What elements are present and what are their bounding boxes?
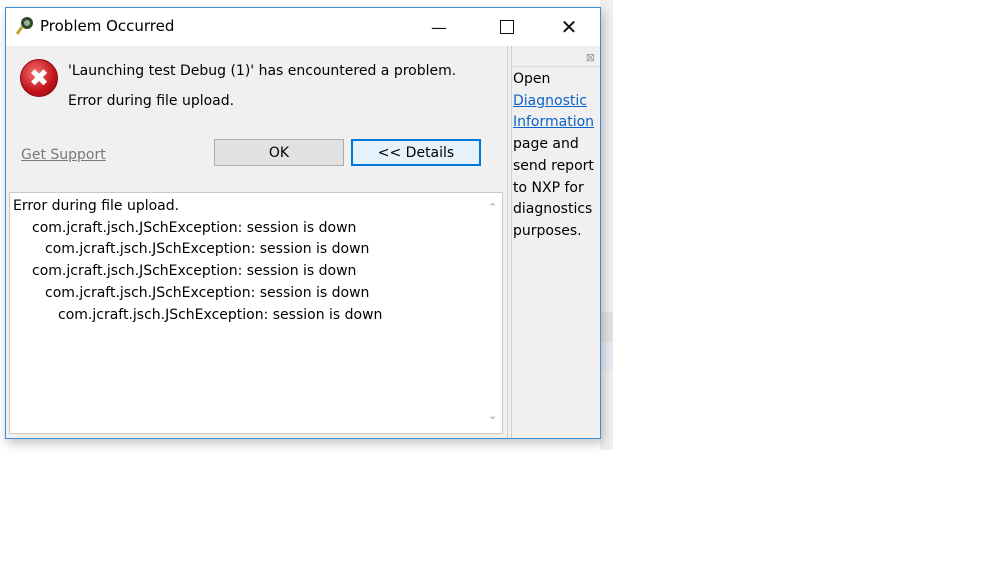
details-line: com.jcraft.jsch.JSchException: session i…	[45, 241, 370, 258]
error-icon: ✖	[20, 59, 58, 97]
error-message: 'Launching test Debug (1)' has encounter…	[68, 63, 457, 79]
details-line: com.jcraft.jsch.JSchException: session i…	[32, 219, 357, 236]
ok-button[interactable]: OK	[214, 139, 344, 166]
details-button[interactable]: << Details	[351, 139, 481, 166]
title-bar: Problem Occurred — ✕	[6, 8, 600, 46]
details-textarea[interactable]: Error during file upload. com.jcraft.jsc…	[9, 192, 503, 434]
get-support-link[interactable]: Get Support	[21, 147, 106, 163]
maximize-button[interactable]	[484, 8, 530, 46]
details-line: com.jcraft.jsch.JSchException: session i…	[45, 284, 370, 301]
dialog-title: Problem Occurred	[40, 17, 175, 35]
background-window	[600, 0, 613, 450]
scroll-up-icon[interactable]: ⌃	[488, 197, 497, 219]
app-icon	[15, 17, 33, 35]
side-rest-text: page and send report to NXP for diagnost…	[513, 136, 594, 239]
side-open-text: Open	[513, 71, 551, 87]
close-button[interactable]: ✕	[546, 8, 592, 46]
diagnostic-information-link[interactable]: Diagnostic Information	[513, 93, 594, 131]
problem-dialog: Problem Occurred — ✕ ✖ 'Launching test D…	[5, 7, 601, 439]
diagnostic-side-panel: ⊠ Open Diagnostic Information page and s…	[512, 46, 600, 438]
details-line: com.jcraft.jsch.JSchException: session i…	[32, 263, 357, 280]
details-line: Error during file upload.	[13, 198, 180, 214]
minimize-button[interactable]: —	[416, 8, 462, 46]
error-reason: Error during file upload.	[68, 93, 235, 109]
vertical-scrollbar[interactable]: ⌃ ⌄	[485, 193, 502, 433]
close-panel-icon[interactable]: ⊠	[586, 47, 595, 69]
details-line: com.jcraft.jsch.JSchException: session i…	[58, 306, 383, 323]
scroll-down-icon[interactable]: ⌄	[488, 405, 497, 427]
